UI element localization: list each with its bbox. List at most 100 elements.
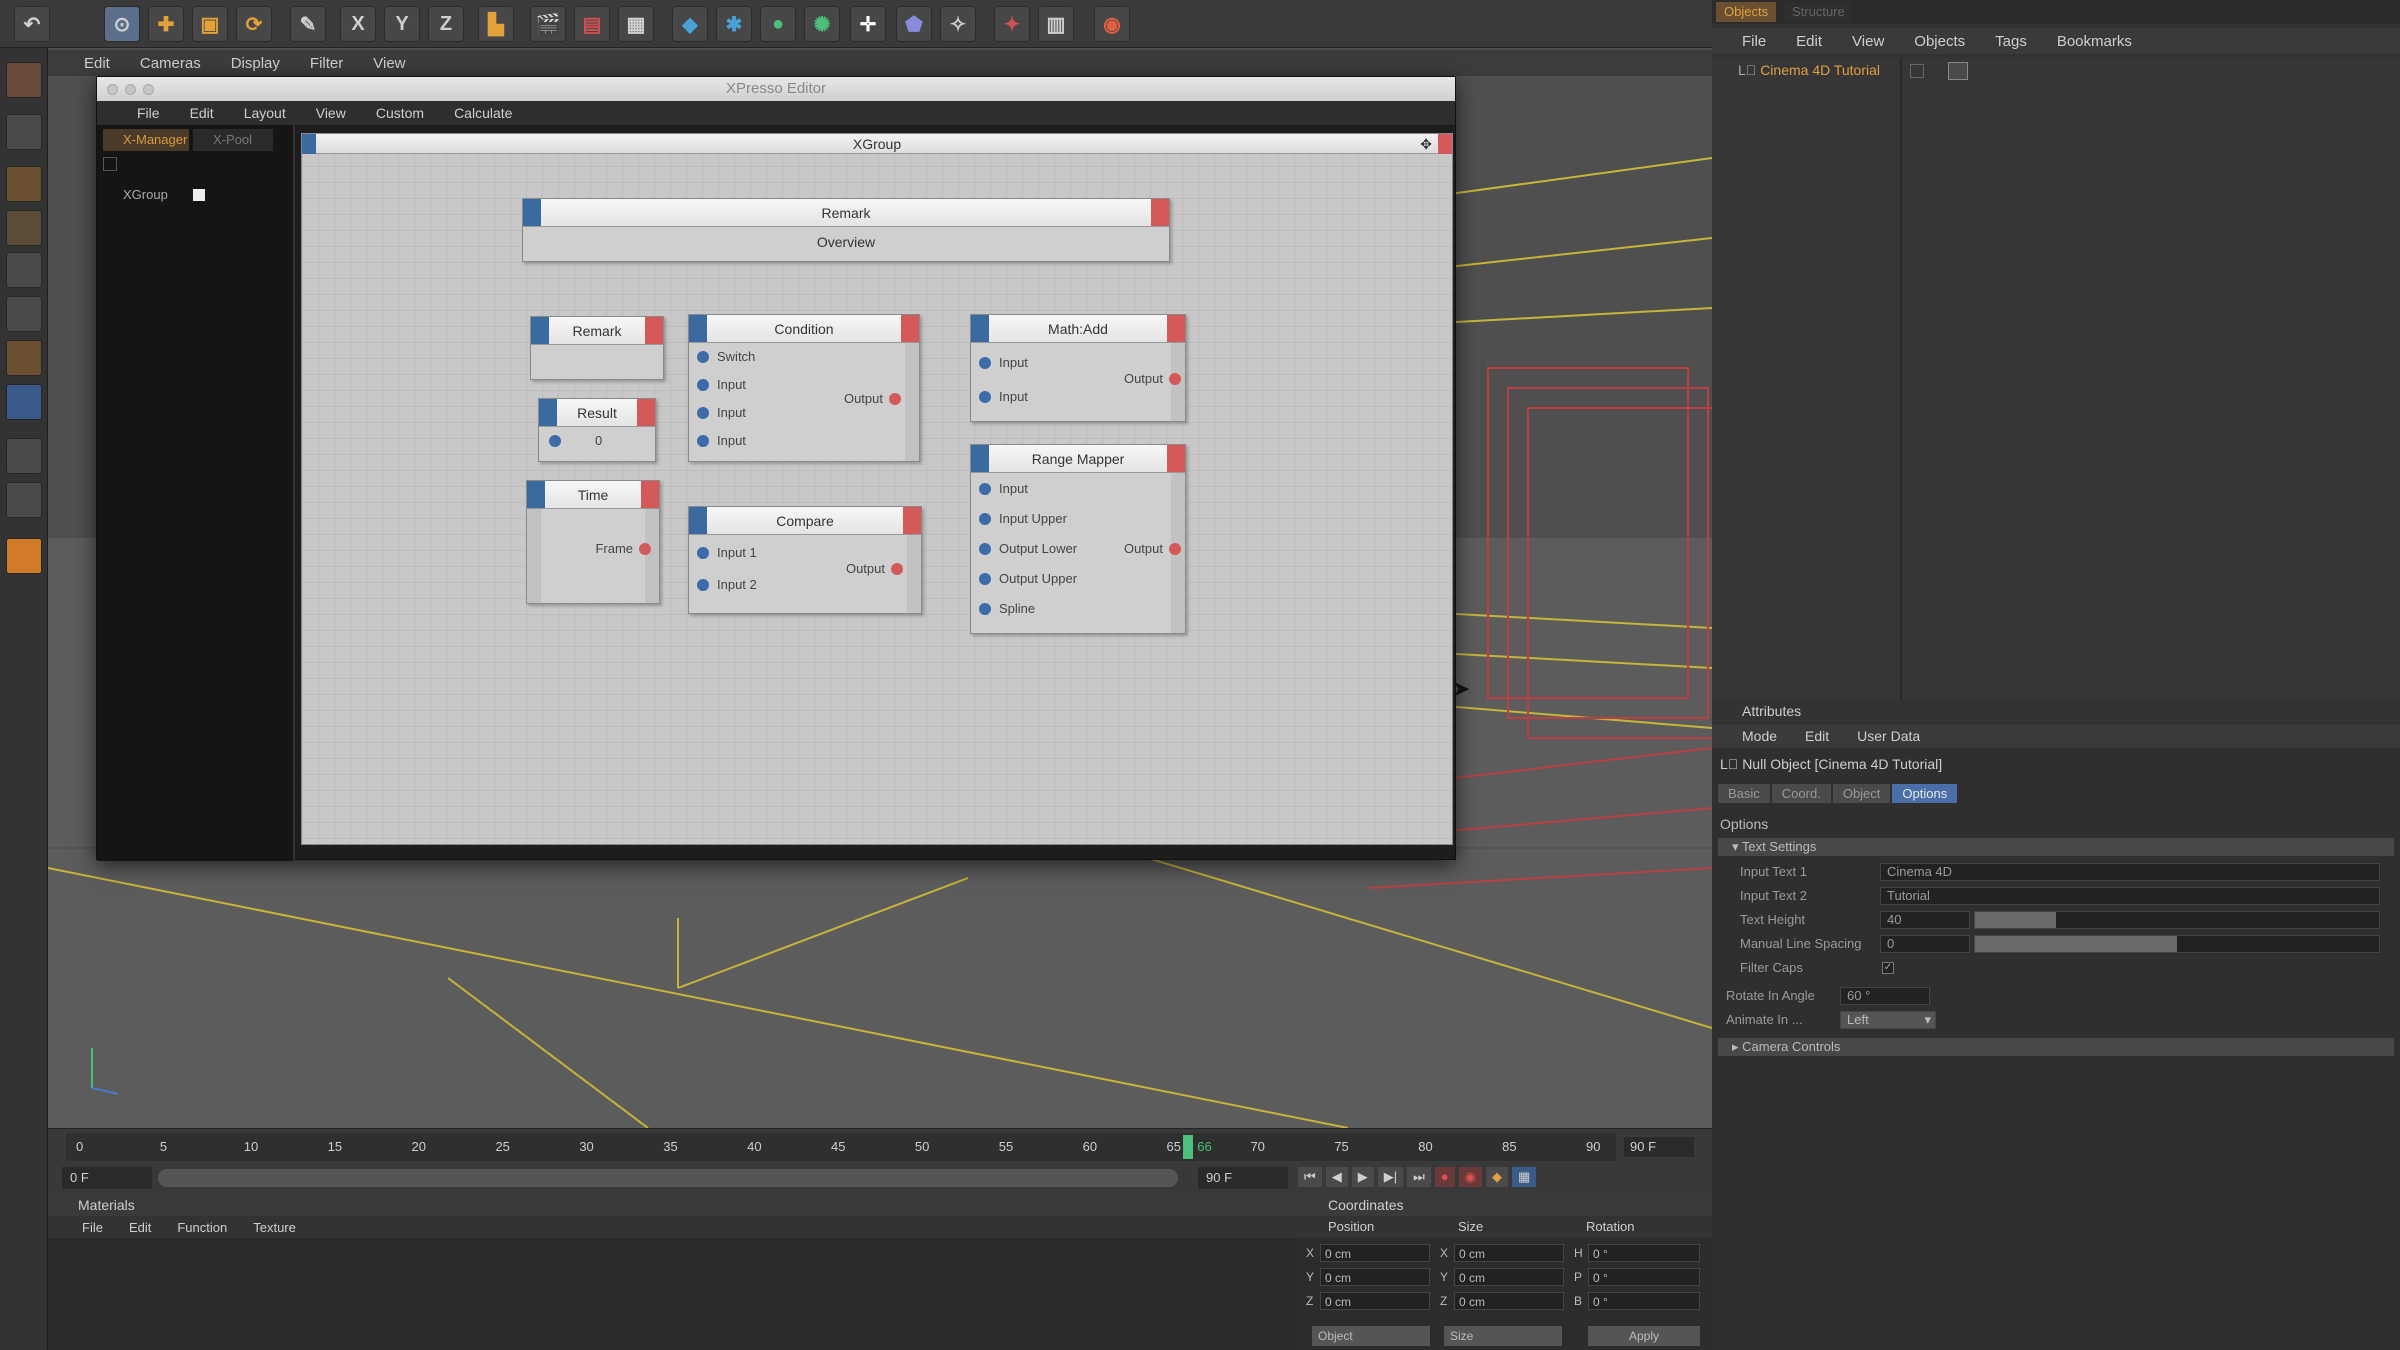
coordinate-system-icon[interactable]: ▙: [478, 6, 514, 42]
range-spline-port[interactable]: Spline: [979, 599, 1035, 619]
group-camera-controls[interactable]: ▸ Camera Controls: [1718, 1038, 2394, 1056]
om-menu-view[interactable]: View: [1852, 33, 1884, 50]
attr-menu-mode[interactable]: Mode: [1742, 728, 1777, 744]
node-header[interactable]: Compare: [689, 507, 921, 535]
autokey-icon[interactable]: ◉: [1458, 1167, 1482, 1187]
condition-switch-port[interactable]: Switch: [697, 347, 755, 367]
tab-basic[interactable]: Basic: [1718, 784, 1770, 803]
floor-icon[interactable]: ⬟: [896, 6, 932, 42]
select-tool-icon[interactable]: ⊙: [104, 6, 140, 42]
viewport-menu-filter[interactable]: Filter: [310, 55, 343, 72]
range-mapper-node[interactable]: Range Mapper Input Input Upper Output Lo…: [970, 444, 1186, 634]
edges-mode-icon[interactable]: [6, 296, 42, 332]
apply-button[interactable]: Apply: [1588, 1326, 1700, 1346]
mat-menu-function[interactable]: Function: [177, 1220, 227, 1235]
text-height-slider[interactable]: [1974, 911, 2380, 929]
remark-node-overview[interactable]: Remark Overview: [522, 198, 1170, 262]
rotate-angle-field[interactable]: 60 °: [1840, 987, 1930, 1005]
om-menu-tags[interactable]: Tags: [1995, 33, 2027, 50]
xpresso-tag-icon[interactable]: [1948, 62, 1968, 80]
tree-item-xgroup[interactable]: XGroup: [123, 187, 168, 202]
viewport-menu-display[interactable]: Display: [231, 55, 280, 72]
node-header[interactable]: Remark: [531, 317, 663, 345]
xpresso-node-canvas[interactable]: XGroup ✥ Remark Overview Remark Result 0…: [301, 133, 1470, 845]
om-menu-bookmarks[interactable]: Bookmarks: [2057, 33, 2132, 50]
xpresso-title-bar[interactable]: XPresso Editor: [97, 77, 1455, 101]
rotate-tool-icon[interactable]: ⟳: [236, 6, 272, 42]
rotation-field[interactable]: 0 °: [1588, 1268, 1700, 1286]
step-back-icon[interactable]: ◀: [1325, 1167, 1348, 1187]
layout-icon[interactable]: ▥: [1038, 6, 1074, 42]
undo-icon[interactable]: ↶: [14, 6, 50, 42]
rotation-field[interactable]: 0 °: [1588, 1292, 1700, 1310]
xp-menu-view[interactable]: View: [316, 105, 346, 121]
filter-caps-checkbox[interactable]: ✓: [1882, 962, 1894, 974]
node-header[interactable]: Range Mapper: [971, 445, 1185, 473]
z-axis-button[interactable]: Z: [428, 6, 464, 42]
step-forward-icon[interactable]: ▶|: [1377, 1167, 1404, 1187]
node-header[interactable]: Time: [527, 481, 659, 509]
line-spacing-slider[interactable]: [1974, 935, 2380, 953]
condition-node[interactable]: Condition Switch Input Input Input Outpu…: [688, 314, 920, 462]
tab-coord[interactable]: Coord.: [1771, 784, 1831, 803]
xp-menu-file[interactable]: File: [137, 105, 160, 121]
keyframe-icon[interactable]: ◆: [1485, 1167, 1508, 1187]
xp-menu-edit[interactable]: Edit: [190, 105, 214, 121]
range-output-port[interactable]: Output: [1124, 539, 1185, 559]
texture-mode-icon[interactable]: [6, 166, 42, 202]
input-text-2-field[interactable]: Tutorial: [1880, 887, 2380, 905]
node-header[interactable]: Math:Add: [971, 315, 1185, 343]
size-mode-dropdown[interactable]: Size: [1444, 1326, 1562, 1346]
range-end-field[interactable]: 90 F: [1198, 1167, 1288, 1189]
window-minimize-button[interactable]: [125, 84, 136, 95]
viewport-menu-cameras[interactable]: Cameras: [140, 55, 201, 72]
subdivision-icon[interactable]: ●: [760, 6, 796, 42]
math-input-port[interactable]: Input: [979, 387, 1028, 407]
condition-input-port[interactable]: Input: [697, 375, 746, 395]
math-output-port[interactable]: Output: [1124, 369, 1185, 389]
math-input-port[interactable]: Input: [979, 353, 1028, 373]
timeline-settings-icon[interactable]: ▦: [1511, 1167, 1537, 1187]
position-field[interactable]: 0 cm: [1320, 1292, 1430, 1310]
om-menu-objects[interactable]: Objects: [1914, 33, 1965, 50]
tab-x-pool[interactable]: X-Pool: [193, 129, 273, 151]
go-to-end-icon[interactable]: ⏭: [1407, 1167, 1431, 1187]
uv-mode-icon[interactable]: [6, 384, 42, 420]
viewport-menu-view[interactable]: View: [373, 55, 405, 72]
position-field[interactable]: 0 cm: [1320, 1268, 1430, 1286]
end-frame-field[interactable]: 90 F: [1624, 1137, 1694, 1157]
tab-options[interactable]: Options: [1892, 784, 1958, 803]
timeline-ruler[interactable]: 0 5 10 15 20 25 30 35 40 45 50 55 60 65 70 75 80 85 90 66: [66, 1133, 1616, 1161]
y-axis-button[interactable]: Y: [384, 6, 420, 42]
compare-input1-port[interactable]: Input 1: [697, 543, 757, 563]
node-header[interactable]: Remark: [523, 199, 1169, 227]
camera-icon[interactable]: ✧: [940, 6, 976, 42]
group-text-settings[interactable]: ▾ Text Settings: [1718, 838, 2394, 856]
mat-menu-file[interactable]: File: [82, 1220, 103, 1235]
node-header[interactable]: Condition: [689, 315, 919, 343]
coord-mode-dropdown[interactable]: Object: [1312, 1326, 1430, 1346]
range-input-port[interactable]: Input: [979, 479, 1028, 499]
workplane-icon[interactable]: [6, 210, 42, 246]
condition-input-port[interactable]: Input: [697, 403, 746, 423]
size-field[interactable]: 0 cm: [1454, 1268, 1564, 1286]
deformer-icon[interactable]: ✛: [850, 6, 886, 42]
size-field[interactable]: 0 cm: [1454, 1292, 1564, 1310]
move-tool-icon[interactable]: ✚: [148, 6, 184, 42]
time-node[interactable]: Time Frame: [526, 480, 660, 604]
position-field[interactable]: 0 cm: [1320, 1244, 1430, 1262]
condition-output-port[interactable]: Output: [844, 389, 905, 409]
om-menu-edit[interactable]: Edit: [1796, 33, 1822, 50]
go-to-start-icon[interactable]: ⏮: [1298, 1167, 1322, 1187]
range-output-upper-port[interactable]: Output Upper: [979, 569, 1077, 589]
light-icon[interactable]: ✦: [994, 6, 1030, 42]
range-input-upper-port[interactable]: Input Upper: [979, 509, 1067, 529]
play-icon[interactable]: ▶: [1351, 1167, 1374, 1187]
live-select-icon[interactable]: ✎: [290, 6, 326, 42]
snap-icon[interactable]: [6, 482, 42, 518]
size-field[interactable]: 0 cm: [1454, 1244, 1564, 1262]
tab-structure[interactable]: Structure: [1784, 2, 1853, 22]
object-list[interactable]: L⃞ Cinema 4D Tutorial: [1712, 58, 2400, 700]
rotation-field[interactable]: 0 °: [1588, 1244, 1700, 1262]
node-header[interactable]: Result: [539, 399, 655, 427]
